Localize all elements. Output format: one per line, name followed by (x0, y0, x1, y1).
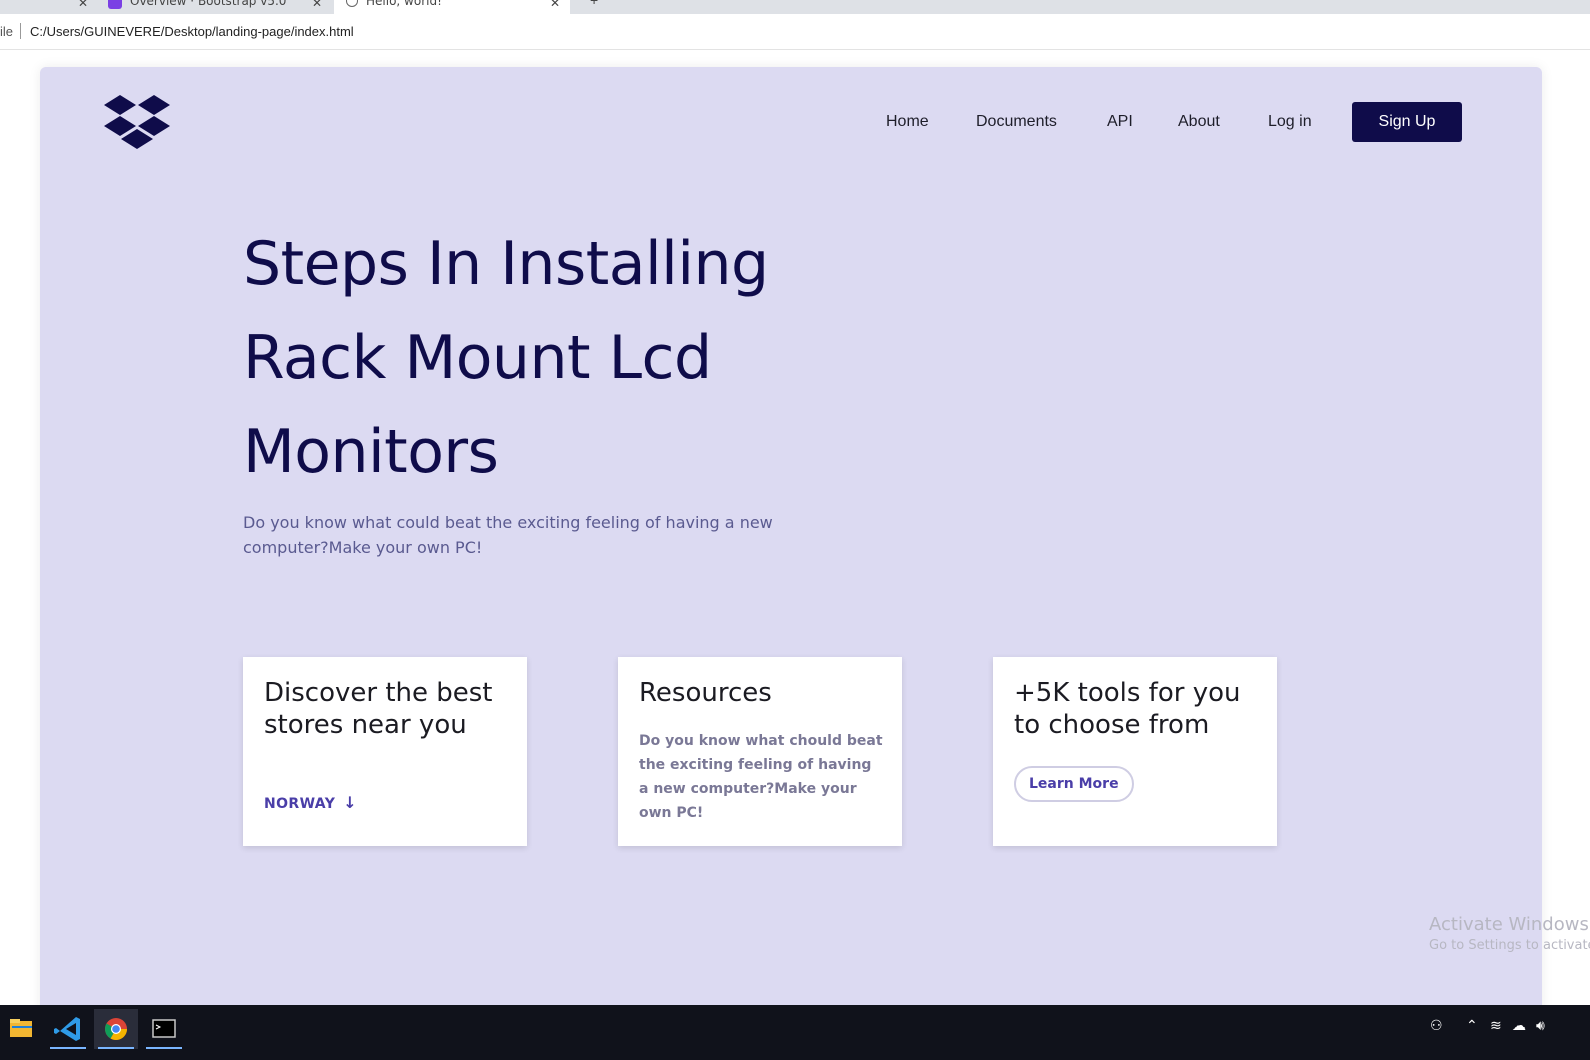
tab-title: Overview · Bootstrap v5.0 (130, 0, 287, 8)
taskbar: ⚇ ⌃ ≋ ☁ 🔊︎ (0, 1005, 1590, 1060)
browser-tab-active[interactable]: Hello, world! ✕ (334, 0, 570, 14)
hero-title-line: Rack Mount Lcd (243, 323, 712, 393)
active-indicator (146, 1047, 182, 1049)
hero-title-line: Steps In Installing (243, 229, 769, 299)
chevron-up-icon[interactable]: ⌃ (1466, 1017, 1478, 1034)
new-tab-button[interactable]: + (590, 0, 598, 8)
card-link-label: NORWAY (264, 796, 336, 812)
arrow-down-icon: ↓ (343, 793, 358, 812)
hero-title: Steps In Installing Rack Mount Lcd Monit… (243, 217, 883, 499)
nav-documents[interactable]: Documents (976, 113, 1057, 131)
people-icon[interactable]: ⚇ (1430, 1017, 1443, 1034)
nav-login[interactable]: Log in (1268, 113, 1312, 131)
speaker-icon[interactable]: 🔊︎ (1536, 1017, 1545, 1034)
vscode-icon[interactable] (46, 1009, 90, 1049)
card-stores: Discover the best stores near you NORWAY… (243, 657, 527, 846)
address-url[interactable]: C:/Users/GUINEVERE/Desktop/landing-page/… (30, 24, 354, 39)
close-icon[interactable]: ✕ (550, 0, 560, 10)
cloud-icon[interactable]: ☁ (1512, 1017, 1526, 1034)
browser-tab[interactable]: Overview · Bootstrap v5.0 ✕ (100, 0, 332, 14)
close-icon[interactable]: ✕ (78, 0, 88, 10)
watermark-line: Go to Settings to activate Windows. (1429, 938, 1590, 953)
learn-more-button[interactable]: Learn More (1014, 766, 1134, 802)
activation-watermark: Activate Windows Go to Settings to activ… (1429, 914, 1590, 953)
dropbox-logo-icon[interactable] (104, 95, 170, 151)
bootstrap-favicon-icon (108, 0, 122, 9)
chrome-icon[interactable] (94, 1009, 138, 1049)
globe-icon (346, 0, 358, 7)
wifi-icon[interactable]: ≋ (1490, 1017, 1502, 1034)
active-indicator (50, 1047, 86, 1049)
landing-page: Home Documents API About Log in Sign Up … (40, 67, 1542, 1017)
nav-about[interactable]: About (1178, 113, 1220, 131)
card-tools: +5K tools for you to choose from Learn M… (993, 657, 1277, 846)
address-bar[interactable]: ile C:/Users/GUINEVERE/Desktop/landing-p… (0, 14, 1590, 50)
card-resources: Resources Do you know what chould beat t… (618, 657, 902, 846)
card-body: Do you know what chould beat the excitin… (639, 733, 883, 821)
address-separator (20, 23, 21, 39)
card-title: Resources (639, 678, 772, 708)
close-icon[interactable]: ✕ (312, 0, 322, 10)
file-explorer-icon[interactable] (0, 1009, 44, 1049)
terminal-icon[interactable] (142, 1009, 186, 1049)
tab-strip: ✕ Overview · Bootstrap v5.0 ✕ Hello, wor… (0, 0, 1590, 14)
hero-subtitle: Do you know what could beat the exciting… (243, 513, 773, 557)
card-title: Discover the best stores near you (264, 678, 493, 740)
address-scheme-label: ile (0, 24, 14, 39)
watermark-line: Activate Windows (1429, 914, 1589, 935)
card-title: +5K tools for you to choose from (1014, 678, 1241, 740)
hero-title-line: Monitors (243, 417, 499, 487)
browser-tab[interactable]: ✕ (0, 0, 98, 14)
tab-title: Hello, world! (366, 0, 442, 8)
active-indicator (98, 1047, 134, 1049)
nav-home[interactable]: Home (886, 113, 929, 131)
nav-api[interactable]: API (1107, 113, 1133, 131)
signup-button[interactable]: Sign Up (1352, 102, 1462, 142)
norway-link[interactable]: NORWAY ↓ (264, 793, 357, 812)
